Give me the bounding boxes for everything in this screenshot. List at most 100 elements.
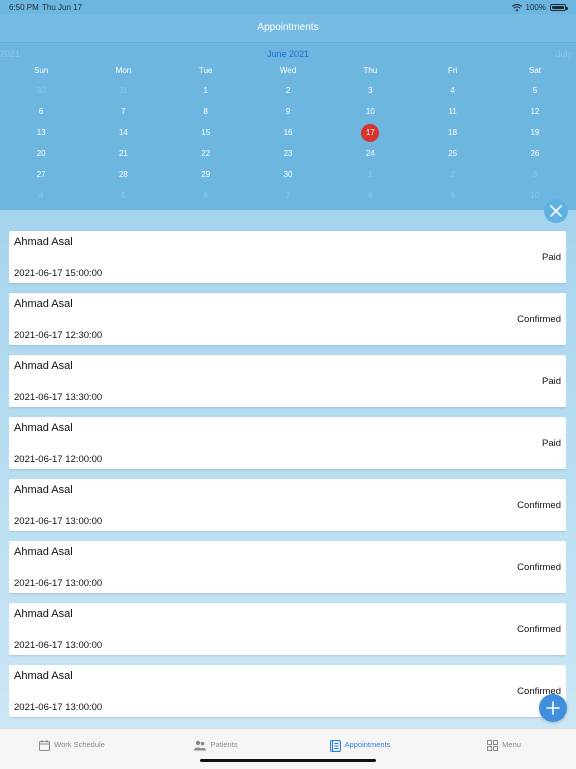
calendar-day[interactable]: 10 [329,101,411,122]
status-bar: 6:50 PM Thu Jun 17 100% [0,0,576,14]
calendar-day-number: 4 [450,86,455,95]
calendar-day-number: 9 [285,107,291,116]
weekday-label: Sun [34,66,49,75]
calendar-day[interactable]: 15 [165,122,247,143]
calendar-day[interactable]: 6 [0,101,82,122]
appointment-status: Confirmed [517,500,561,511]
status-date: Thu Jun 17 [42,3,83,12]
weekday-row: Sun Mon Tue Wed Thu Fri Sat [0,66,576,78]
appointment-card[interactable]: Ahmad Asal Confirmed 2021-06-17 12:30:00 [9,293,566,345]
calendar-day[interactable]: 7 [82,101,164,122]
appointment-datetime: 2021-06-17 13:00:00 [14,640,103,651]
calendar-day[interactable]: 9 [247,101,329,122]
add-appointment-button[interactable] [539,694,567,722]
close-icon [550,205,562,217]
calendar-day[interactable]: 26 [494,143,576,164]
appointment-datetime: 2021-06-17 13:30:00 [14,392,103,403]
calendar-day[interactable]: 31 [82,80,164,101]
tab-patients[interactable]: Patients [144,729,288,769]
appointment-card[interactable]: Ahmad Asal Confirmed 2021-06-17 13:00:00 [9,541,566,593]
calendar-day[interactable]: 1 [329,164,411,185]
appointment-card[interactable]: Ahmad Asal Paid 2021-06-17 12:00:00 [9,417,566,469]
appointment-card[interactable]: Ahmad Asal Paid 2021-06-17 15:00:00 [9,231,566,283]
calendar-day[interactable]: 8 [329,185,411,206]
calendar-day[interactable]: 18 [411,122,493,143]
calendar-day[interactable]: 25 [411,143,493,164]
calendar-day-number: 1 [203,86,208,95]
calendar-day[interactable]: 11 [411,101,493,122]
appointments-icon [329,740,341,752]
calendar-day[interactable]: 2 [411,164,493,185]
calendar-day-number: 31 [118,86,128,95]
calendar-day[interactable]: 13 [0,122,82,143]
calendar-day[interactable]: 8 [165,101,247,122]
calendar-day[interactable]: 23 [247,143,329,164]
calendar-day[interactable]: 12 [494,101,576,122]
calendar-day[interactable]: 20 [0,143,82,164]
close-calendar-button[interactable] [544,199,568,223]
calendar-day[interactable]: 24 [329,143,411,164]
calendar-day-number: 8 [203,107,208,116]
appointment-patient-name: Ahmad Asal [14,670,73,682]
calendar-day[interactable]: 7 [247,185,329,206]
calendar-day-number: 30 [283,170,293,179]
calendar-day-number: 27 [36,170,46,179]
navbar: Appointments [0,14,576,43]
calendar-day[interactable]: 29 [165,164,247,185]
calendar-day-number: 16 [283,128,293,137]
appointments-list: Ahmad Asal Paid 2021-06-17 15:00:00 Ahmad A… [9,231,566,726]
calendar-day-number: 11 [448,107,457,116]
calendar-day[interactable]: 30 [247,164,329,185]
appointment-card[interactable]: Ahmad Asal Paid 2021-06-17 13:30:00 [9,355,566,407]
calendar-day[interactable]: 3 [329,80,411,101]
calendar-day[interactable]: 6 [165,185,247,206]
calendar-day[interactable]: 4 [411,80,493,101]
calendar-day-number: 4 [38,191,44,200]
tab-bar: Work Schedule Patients Appointments Menu [0,728,576,769]
calendar-day[interactable]: 21 [82,143,164,164]
weekday-label: Fri [447,66,458,75]
battery-percent: 100% [525,3,546,12]
calendar-day[interactable]: 16 [247,122,329,143]
calendar-day[interactable]: 5 [494,80,576,101]
calendar-day[interactable]: 27 [0,164,82,185]
appointment-card[interactable]: Ahmad Asal Confirmed 2021-06-17 13:00:00 [9,603,566,655]
appointment-patient-name: Ahmad Asal [14,360,73,372]
wifi-icon [511,3,522,11]
grid-menu-icon [487,740,499,751]
calendar-day-number: 25 [448,149,458,158]
calendar-day[interactable]: 3 [494,164,576,185]
calendar-day-number: 3 [368,86,373,95]
calendar-day-number: 7 [285,191,291,200]
calendar-day-number: 20 [36,149,46,158]
calendar-day-number: 7 [121,107,126,116]
battery-icon [550,4,568,11]
tab-work-schedule[interactable]: Work Schedule [0,729,144,769]
plus-icon [546,701,560,715]
calendar-day-number: 22 [201,149,211,158]
calendar-day[interactable]: 2 [247,80,329,101]
tab-appointments[interactable]: Appointments [288,729,432,769]
calendar-day[interactable]: 28 [82,164,164,185]
calendar-day[interactable]: 5 [82,185,164,206]
calendar-header: 2021 June 2021 July [0,46,576,62]
calendar-day[interactable]: 9 [411,185,493,206]
calendar-day[interactable]: 1 [165,80,247,101]
calendar-day[interactable]: 30 [0,80,82,101]
status-time: 6:50 PM [9,3,39,12]
calendar-day[interactable]: 4 [0,185,82,206]
tab-menu[interactable]: Menu [432,729,576,769]
calendar-icon [39,740,51,751]
appointment-card[interactable]: Ahmad Asal Confirmed 2021-06-17 13:00:00 [9,479,566,531]
tab-patients-label: Patients [210,740,238,749]
calendar-day-number: 14 [118,128,128,137]
calendar-day-selected[interactable]: 17 [329,122,411,143]
calendar-day[interactable]: 22 [165,143,247,164]
calendar-day[interactable]: 14 [82,122,164,143]
next-month-label[interactable]: July [556,49,572,59]
appointment-card[interactable]: Ahmad Asal Confirmed 2021-06-17 13:00:00 [9,665,566,717]
calendar-day-number: 13 [36,128,46,137]
appointment-status: Confirmed [517,624,561,635]
calendar-day-number: 9 [450,191,455,200]
calendar-day[interactable]: 19 [494,122,576,143]
